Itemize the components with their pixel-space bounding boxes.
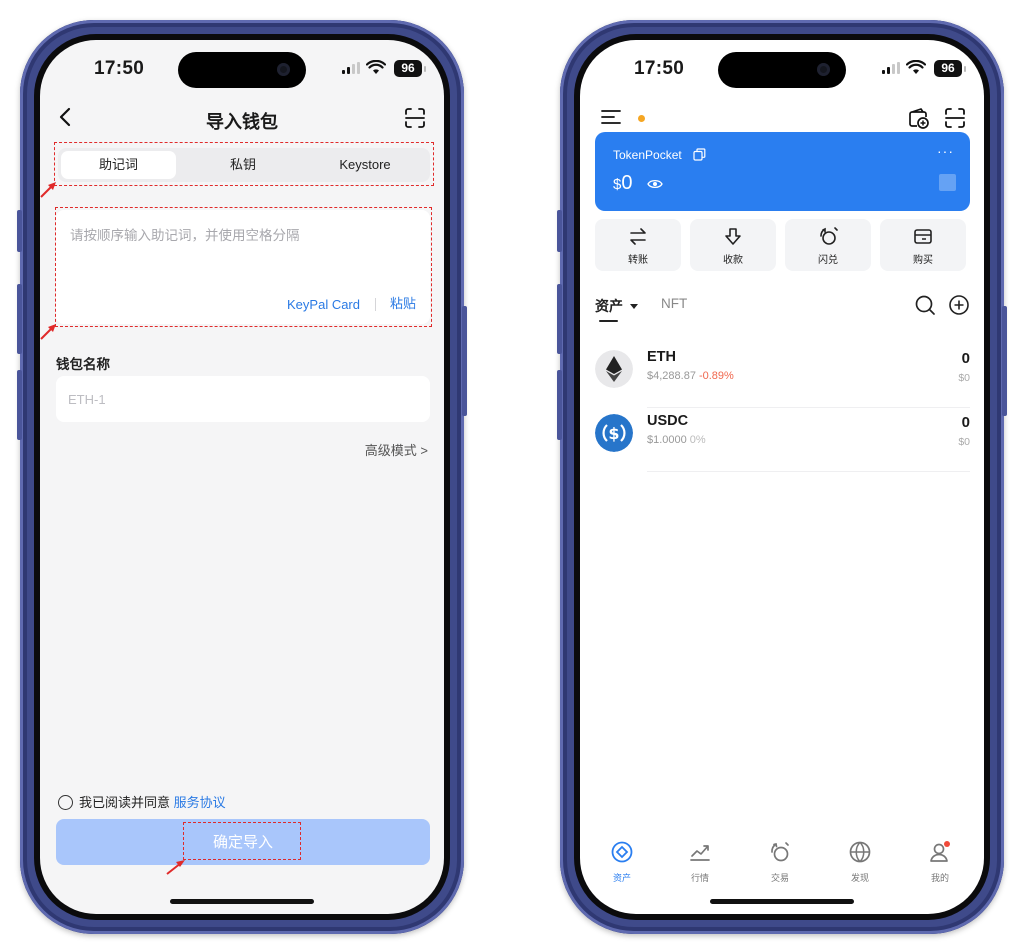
- token-row-usdc[interactable]: $ USDC $1.0000 0% 0 $0: [595, 408, 970, 472]
- token-change: 0%: [689, 434, 706, 446]
- keypal-card-link[interactable]: KeyPal Card: [287, 297, 360, 312]
- network-status-dot: [638, 115, 645, 122]
- transfer-icon: [630, 228, 646, 245]
- status-bar: 17:50 96: [40, 40, 444, 96]
- add-token-icon[interactable]: [948, 294, 970, 316]
- wallet-balance: $0: [613, 172, 633, 194]
- annotation-arrow-tabs: [40, 182, 56, 198]
- bottom-tab-market[interactable]: 行情: [670, 840, 730, 884]
- quick-actions: 转账 收款 闪兑 购买: [595, 219, 970, 271]
- discover-icon: [849, 841, 871, 863]
- wallet-name-input[interactable]: [56, 376, 430, 422]
- tab-private-key[interactable]: 私钥: [188, 151, 298, 179]
- home-indicator: [170, 899, 314, 904]
- active-tab-underline: [599, 320, 618, 322]
- eye-icon[interactable]: [647, 178, 663, 190]
- cellular-signal-icon: [882, 62, 900, 74]
- cellular-signal-icon: [342, 62, 360, 74]
- tab-assets[interactable]: 资产: [595, 296, 623, 316]
- phone-frame-wallet: 17:50 96 TokenPocket ··· $0 转账 收款 闪兑 购买 …: [557, 20, 1007, 934]
- bottom-tab-profile[interactable]: 我的: [910, 840, 970, 884]
- caret-down-icon[interactable]: [630, 304, 638, 309]
- wallet-card-decoration: [939, 174, 956, 191]
- profile-icon: [930, 841, 950, 862]
- service-agreement-link[interactable]: 服务协议: [174, 795, 226, 810]
- home-indicator: [710, 899, 854, 904]
- wifi-icon: [906, 60, 926, 74]
- copy-icon[interactable]: [693, 148, 706, 161]
- token-price: $1.0000 0%: [647, 434, 706, 446]
- bottom-tab-bar: 资产 行情 交易 发现 我的: [580, 840, 984, 884]
- transfer-button[interactable]: 转账: [595, 219, 681, 271]
- market-icon: [690, 845, 710, 861]
- advanced-mode-link[interactable]: 高级模式 >: [365, 440, 428, 459]
- confirm-import-button[interactable]: 确定导入: [56, 819, 430, 865]
- battery-indicator: 96: [394, 60, 426, 77]
- trade-icon: [771, 842, 789, 862]
- token-row-eth[interactable]: ETH $4,288.87 -0.89% 0 $0: [595, 344, 970, 408]
- add-wallet-icon[interactable]: [906, 106, 930, 130]
- usdc-logo-icon: $: [595, 414, 633, 452]
- token-change: -0.89%: [698, 370, 734, 382]
- page-title: 导入钱包: [206, 112, 278, 132]
- paste-button[interactable]: 粘贴: [390, 293, 416, 312]
- wallet-name-label: 钱包名称: [56, 357, 110, 372]
- more-icon[interactable]: ···: [937, 143, 954, 159]
- wifi-icon: [366, 60, 386, 74]
- scan-icon[interactable]: [404, 107, 426, 129]
- token-amount: 0: [961, 414, 970, 431]
- svg-text:$: $: [608, 424, 619, 443]
- receive-icon: [725, 228, 741, 245]
- import-wallet-screen: 17:50 96 导入钱包 助记词 私钥 Keystore 请按顺序输入助记词，…: [40, 40, 444, 914]
- battery-indicator: 96: [934, 60, 966, 77]
- bottom-tab-assets[interactable]: 资产: [592, 840, 652, 884]
- annotation-arrow-confirm: [166, 860, 185, 875]
- asset-tabs: 资产 NFT: [595, 292, 970, 322]
- swap-icon: [820, 227, 838, 245]
- bottom-tab-trade[interactable]: 交易: [750, 840, 810, 884]
- menu-icon[interactable]: [600, 108, 622, 126]
- wallet-name: TokenPocket: [613, 148, 682, 162]
- scan-icon[interactable]: [944, 107, 966, 129]
- phone-frame-import: 17:50 96 导入钱包 助记词 私钥 Keystore 请按顺序输入助记词，…: [17, 20, 467, 934]
- bottom-tab-discover[interactable]: 发现: [830, 840, 890, 884]
- import-method-tabs: 助记词 私钥 Keystore: [58, 148, 430, 182]
- card-icon: [914, 229, 932, 244]
- token-value: $0: [958, 372, 970, 384]
- buy-button[interactable]: 购买: [880, 219, 966, 271]
- agreement-text: 我已阅读并同意: [79, 795, 171, 810]
- token-symbol: ETH: [647, 349, 676, 365]
- mnemonic-input[interactable]: 请按顺序输入助记词，并使用空格分隔 KeyPal Card 粘贴: [56, 210, 430, 324]
- swap-button[interactable]: 闪兑: [785, 219, 871, 271]
- status-bar: 17:50 96: [580, 40, 984, 96]
- tab-keystore[interactable]: Keystore: [310, 151, 420, 179]
- receive-button[interactable]: 收款: [690, 219, 776, 271]
- token-symbol: USDC: [647, 413, 689, 429]
- agreement-row: 我已阅读并同意 服务协议: [58, 792, 226, 811]
- tab-nft[interactable]: NFT: [661, 296, 687, 311]
- token-amount: 0: [961, 350, 970, 367]
- wallet-card[interactable]: TokenPocket ··· $0: [595, 132, 970, 211]
- token-value: $0: [958, 436, 970, 448]
- agreement-checkbox[interactable]: [58, 795, 73, 810]
- tab-mnemonic[interactable]: 助记词: [61, 151, 176, 179]
- annotation-arrow-mnemonic: [40, 324, 56, 340]
- row-divider: [647, 471, 970, 472]
- dynamic-island: [178, 52, 306, 88]
- asset-icon: [611, 841, 633, 863]
- dynamic-island: [718, 52, 846, 88]
- status-time: 17:50: [94, 58, 145, 79]
- wallet-home-screen: 17:50 96 TokenPocket ··· $0 转账 收款 闪兑 购买 …: [580, 40, 984, 914]
- token-price: $4,288.87 -0.89%: [647, 370, 734, 382]
- divider: [375, 298, 376, 311]
- status-time: 17:50: [634, 58, 685, 79]
- eth-logo-icon: [595, 350, 633, 388]
- mnemonic-placeholder: 请按顺序输入助记词，并使用空格分隔: [70, 228, 300, 243]
- search-icon[interactable]: [914, 294, 936, 316]
- nav-bar: 导入钱包: [40, 96, 444, 140]
